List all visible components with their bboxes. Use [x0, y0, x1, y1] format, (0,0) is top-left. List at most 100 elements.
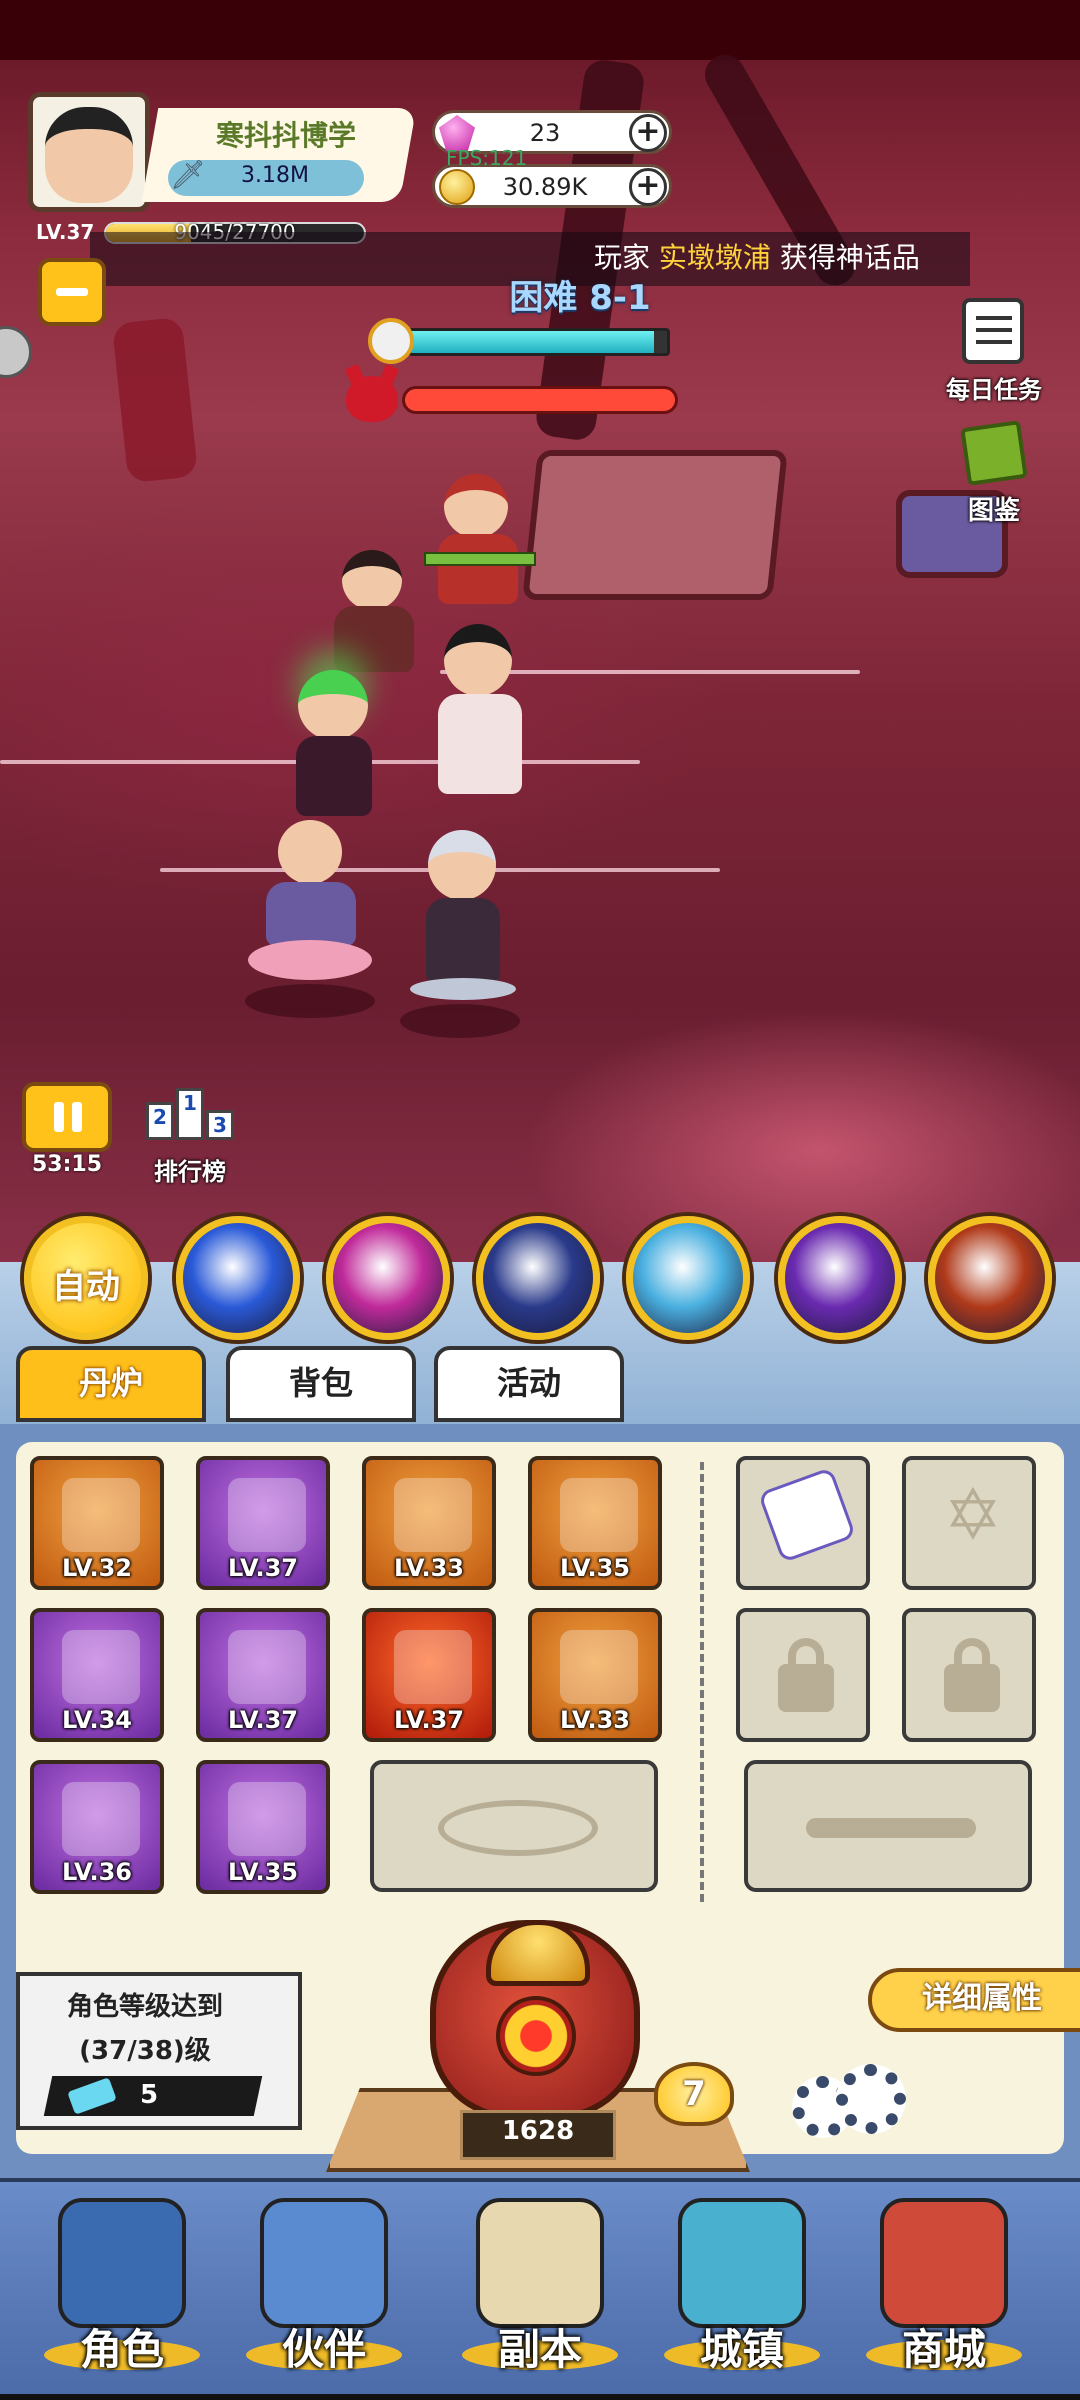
partner-icon	[260, 2198, 388, 2328]
player-avatar[interactable]	[28, 92, 150, 212]
detail-attributes-button[interactable]: 详细属性	[868, 1968, 1080, 2032]
hero-shadow	[245, 984, 375, 1018]
star-slot[interactable]: ✡	[902, 1456, 1036, 1590]
stage-timer-bar	[408, 328, 670, 356]
player-level: LV.37	[36, 220, 95, 244]
daily-task-label[interactable]: 每日任务	[934, 370, 1054, 405]
equipment-slot-boots[interactable]: LV.37	[196, 1456, 330, 1590]
talisman-slot[interactable]	[736, 1456, 870, 1590]
equipment-level: LV.33	[560, 1706, 630, 1734]
lightning-card-skill-icon[interactable]	[476, 1216, 600, 1340]
town-pagoda-icon	[678, 2198, 806, 2328]
devil-icon	[346, 376, 398, 422]
nav-shop-label: 商城	[901, 2325, 986, 2374]
furnace-emblem-icon	[496, 1996, 576, 2076]
nav-shop[interactable]: 商城	[846, 2194, 1042, 2384]
spear-silhouette-icon	[806, 1818, 976, 1838]
hero-scholar	[420, 614, 540, 804]
nav-partner-label: 伙伴	[281, 2325, 366, 2374]
fps-counter: FPS:121	[446, 146, 528, 170]
boots-icon	[228, 1478, 306, 1552]
furnace-level-badge[interactable]: 7	[654, 2062, 734, 2126]
weapon-slot[interactable]	[744, 1760, 1032, 1892]
comet-skill-icon[interactable]	[176, 1216, 300, 1340]
bracer-icon	[62, 1782, 140, 1856]
nav-character[interactable]: 角色	[24, 2194, 220, 2384]
auto-skill-button[interactable]: 自动	[24, 1216, 148, 1340]
equipment-slot-necklace[interactable]: LV.37	[362, 1608, 496, 1742]
equipment-slot-orb[interactable]: LV.35	[528, 1456, 662, 1590]
codex-book-icon[interactable]	[960, 420, 1028, 486]
hero-green-hair	[262, 630, 402, 820]
necklace-icon	[394, 1630, 472, 1704]
equipment-level: LV.37	[228, 1554, 298, 1582]
ticker-suffix: 获得神话品	[779, 241, 920, 274]
nav-character-label: 角色	[79, 2325, 164, 2374]
menu-button[interactable]	[38, 258, 106, 326]
equipment-level: LV.34	[62, 1706, 132, 1734]
spear-icon	[62, 1478, 140, 1552]
equipment-slot-spear[interactable]: LV.32	[30, 1456, 164, 1590]
nav-town[interactable]: 城镇	[644, 2194, 840, 2384]
orb-icon	[560, 1478, 638, 1552]
gear-icon[interactable]	[792, 2060, 908, 2140]
formation-slot[interactable]	[370, 1760, 658, 1892]
equipment-slot-armor[interactable]: LV.33	[362, 1456, 496, 1590]
locked-slot[interactable]	[902, 1608, 1036, 1742]
dagger-icon	[62, 1630, 140, 1704]
coin-counter: 30.89K +	[432, 164, 672, 208]
equipment-level: LV.33	[394, 1554, 464, 1582]
hero-red-warrior	[424, 454, 534, 604]
equipment-slot-shield[interactable]: LV.37	[196, 1608, 330, 1742]
equipment-level: LV.35	[228, 1858, 298, 1886]
stage-title: 困难 8-1	[509, 278, 651, 318]
ice-wolf-skill-icon[interactable]	[626, 1216, 750, 1340]
tab-furnace[interactable]: 丹炉	[16, 1346, 206, 1422]
panel-divider	[700, 1462, 704, 1902]
notice-line-2: (37/38)级	[79, 2036, 211, 2066]
purple-spinner-skill-icon[interactable]	[778, 1216, 902, 1340]
ranking-label[interactable]: 排行榜	[130, 1152, 250, 1187]
scroll-icon	[476, 2198, 604, 2328]
character-icon	[58, 2198, 186, 2328]
tab-activity[interactable]: 活动	[434, 1346, 624, 1422]
lion-beast-skill-icon[interactable]	[928, 1216, 1052, 1340]
ring-icon	[560, 1630, 638, 1704]
pause-button[interactable]	[22, 1082, 112, 1152]
daily-task-icon[interactable]	[962, 298, 1024, 364]
equipment-level: LV.35	[560, 1554, 630, 1582]
codex-label[interactable]: 图鉴	[934, 490, 1054, 527]
equipment-slot-dagger[interactable]: LV.34	[30, 1608, 164, 1742]
equipment-slot-bracer[interactable]: LV.36	[30, 1760, 164, 1894]
coin-value: 30.89K	[502, 173, 588, 201]
hero-monk	[244, 816, 374, 986]
lock-icon	[778, 1638, 834, 1712]
formation-circle-icon	[438, 1800, 598, 1856]
equipment-slot-ring[interactable]: LV.33	[528, 1608, 662, 1742]
pink-vortex-skill-icon[interactable]	[326, 1216, 450, 1340]
nav-dungeon-label: 副本	[497, 2325, 582, 2374]
greaves-icon	[228, 1782, 306, 1856]
nav-dungeon[interactable]: 副本	[442, 2194, 638, 2384]
lock-icon	[944, 1638, 1000, 1712]
equipment-level: LV.36	[62, 1858, 132, 1886]
tab-backpack[interactable]: 背包	[226, 1346, 416, 1422]
equipment-slot-greaves[interactable]: LV.35	[196, 1760, 330, 1894]
furnace-value: 1628	[501, 2116, 575, 2146]
notice-line-1: 角色等级达到	[66, 1992, 223, 2022]
coin-icon	[439, 169, 475, 205]
stone-block	[522, 450, 788, 600]
locked-slot[interactable]	[736, 1608, 870, 1742]
power-value: 3.18M	[241, 163, 309, 188]
bottom-edge	[0, 2394, 1080, 2400]
notice-reward-count: 5	[140, 2080, 159, 2110]
ranking-icon[interactable]: 2 1 3	[142, 1072, 238, 1140]
add-gems-button[interactable]: +	[629, 114, 667, 152]
equipment-level: LV.32	[62, 1554, 132, 1582]
stage-timer-fill	[411, 331, 655, 353]
status-bar	[0, 0, 1080, 60]
add-coins-button[interactable]: +	[629, 168, 667, 206]
battle-time: 53:15	[31, 1152, 103, 1177]
boss-hp-bar	[402, 386, 678, 414]
nav-partner[interactable]: 伙伴	[226, 2194, 422, 2384]
